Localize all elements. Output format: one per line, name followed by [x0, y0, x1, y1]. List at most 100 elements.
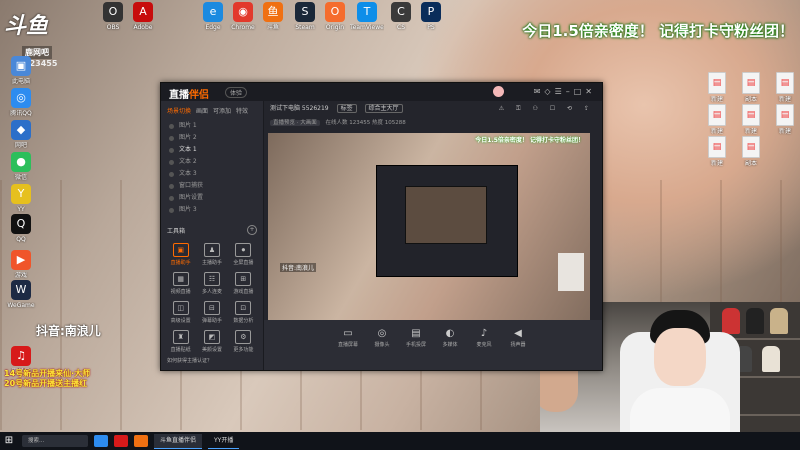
- app-icon: ▣: [11, 56, 31, 76]
- file-icon-label: 新建: [778, 96, 791, 103]
- desktop-icon[interactable]: ▣ 此电脑: [4, 56, 38, 86]
- tool-button[interactable]: ◩ 美颜设置: [196, 330, 227, 353]
- scene-source-row[interactable]: 窗口捕获: [161, 180, 263, 192]
- stream-category[interactable]: 综合主大厅: [364, 104, 403, 113]
- tool-button[interactable]: ▦ 视频直播: [165, 272, 196, 295]
- window-controls[interactable]: ✉◇☰–□✕: [534, 87, 596, 96]
- file-icon: ▤: [742, 136, 760, 158]
- desktop-file-icon[interactable]: ▤ 新建: [768, 72, 800, 104]
- stream-tag[interactable]: 标签: [336, 104, 357, 113]
- stream-tool-icons[interactable]: ⚠ ⚿ ⚇ ☐ ⟲ ⇪: [499, 101, 594, 117]
- desktop-file-icon[interactable]: ▤ 新建: [700, 72, 734, 104]
- desktop-icon[interactable]: ▶ 游戏: [4, 250, 38, 280]
- scene-tab[interactable]: 特效: [236, 106, 248, 115]
- desktop-icon[interactable]: ◉ Chrome: [226, 2, 260, 32]
- source-icon: ▤: [411, 328, 421, 339]
- desktop-file-icon[interactable]: ▤ 新建: [700, 104, 734, 136]
- source-button[interactable]: ▤ 手机投屏: [404, 328, 428, 370]
- add-tool-icon[interactable]: +: [247, 225, 257, 235]
- anchor-auth-notice[interactable]: 如何获得主播认证？: [167, 357, 259, 364]
- taskbar-search[interactable]: 搜索...: [22, 435, 88, 447]
- user-avatar[interactable]: [493, 86, 504, 97]
- promo-line-2: 20号新品开播送主播红: [4, 379, 88, 388]
- desktop-icon-label: WeGame: [7, 302, 35, 309]
- mail-icon[interactable]: ✉: [534, 87, 545, 96]
- desktop-icon[interactable]: C CS: [384, 2, 418, 32]
- tool-button[interactable]: ⚙ 更多功能: [228, 330, 259, 353]
- scene-tab[interactable]: 可添加: [213, 106, 231, 115]
- desktop-icon[interactable]: Y YY: [4, 184, 38, 214]
- tool-label: 游戏直播: [233, 289, 254, 295]
- scene-source-row[interactable]: 图片 1: [161, 120, 263, 132]
- tool-button[interactable]: ◫ 高级设置: [165, 301, 196, 324]
- desktop-icon[interactable]: A Adobe: [126, 2, 160, 32]
- scene-tab[interactable]: 画面: [196, 106, 208, 115]
- source-button[interactable]: ◎ 摄像头: [370, 328, 394, 370]
- source-button[interactable]: ▭ 直播屏幕: [336, 328, 360, 370]
- desktop-file-icon[interactable]: ▤ 新建: [700, 136, 734, 168]
- scene-source-row[interactable]: 文本 2: [161, 156, 263, 168]
- source-button[interactable]: ◀ 扬声器: [506, 328, 530, 370]
- minimize-icon[interactable]: –: [566, 87, 574, 96]
- preview-mode-tag[interactable]: 直播预览 · 大画面: [270, 120, 320, 126]
- preview-streamer-name: 抖音:南浪儿: [280, 263, 317, 272]
- source-button[interactable]: ♪ 麦克风: [472, 328, 496, 370]
- desktop-icon[interactable]: ◆ 网吧: [4, 120, 38, 150]
- scene-tab[interactable]: 场景切换: [167, 106, 191, 115]
- desktop-icon[interactable]: e Edge: [196, 2, 230, 32]
- tool-button[interactable]: ♟ 主播助手: [196, 243, 227, 266]
- stream-title[interactable]: 测试下电脑 5526219: [270, 105, 329, 112]
- tool-button[interactable]: ⊞ 游戏直播: [228, 272, 259, 295]
- desktop-icon[interactable]: ● 微信: [4, 152, 38, 182]
- tool-button[interactable]: ⊡ 数据分析: [228, 301, 259, 324]
- app-icon: Q: [11, 214, 31, 234]
- stream-preview[interactable]: 今日1.5倍亲密度！ 记得打卡守粉丝团！ 抖音:南浪儿: [268, 133, 590, 337]
- desktop-icon[interactable]: W WeGame: [4, 280, 38, 310]
- app-icon: C: [391, 2, 411, 22]
- desktop-file-icon[interactable]: ▤ 副本: [734, 72, 768, 104]
- tool-icon: ♟: [203, 243, 220, 257]
- tool-icon: ⊟: [203, 301, 220, 315]
- close-icon[interactable]: ✕: [585, 87, 596, 96]
- tool-icon: ⊞: [235, 272, 252, 286]
- desktop-icon[interactable]: Q QQ: [4, 214, 38, 244]
- tool-button[interactable]: ▣ 直播助手: [165, 243, 196, 266]
- desktop-icon[interactable]: O Origin: [318, 2, 352, 32]
- taskbar-task-companion[interactable]: 斗鱼直播伴侣: [154, 433, 203, 449]
- desktop-icon-label: YY: [17, 206, 25, 213]
- source-button[interactable]: ◐ 多媒体: [438, 328, 462, 370]
- scene-source-row[interactable]: 图片 3: [161, 204, 263, 216]
- scene-source-row[interactable]: 图片 2: [161, 132, 263, 144]
- settings-icon[interactable]: ☰: [555, 87, 566, 96]
- source-label: 直播屏幕: [337, 342, 358, 348]
- desktop-icon[interactable]: 鱼斗鱼: [256, 2, 290, 32]
- desktop-icon[interactable]: ◎ 腾讯QQ: [4, 88, 38, 118]
- taskbar-netease-icon[interactable]: [114, 435, 128, 447]
- taskbar-edge-icon[interactable]: [94, 435, 108, 447]
- scene-source-row[interactable]: 图片设置: [161, 192, 263, 204]
- toolbox-grid: ▣ 直播助手 ♟ 主播助手 ⏺ 全屏直播 ▦ 视频直播 ☷ 多人连麦 ⊞ 游戏直播 ◫ 高级设置 ⊟ 弹幕助手…: [161, 235, 263, 353]
- scene-source-row[interactable]: 文本 3: [161, 168, 263, 180]
- desktop-icon[interactable]: S Steam: [288, 2, 322, 32]
- tool-button[interactable]: ⊟ 弹幕助手: [196, 301, 227, 324]
- app-titlebar[interactable]: 直播伴侣 体验 ✉◇☰–□✕: [161, 83, 602, 101]
- live-companion-window[interactable]: 直播伴侣 体验 ✉◇☰–□✕ 场景切换 画面 可添加 特效 图片 1 图片 2 文本 1文…: [160, 82, 603, 371]
- desktop-icon[interactable]: O OBS: [96, 2, 130, 32]
- file-icon-label: 新建: [710, 96, 723, 103]
- tool-button[interactable]: ☷ 多人连麦: [196, 272, 227, 295]
- tool-button[interactable]: ⏺ 全屏直播: [228, 243, 259, 266]
- tool-button[interactable]: ♜ 直播贴纸: [165, 330, 196, 353]
- windows-start-icon[interactable]: ⊞: [0, 432, 18, 450]
- scene-source-row[interactable]: 文本 1: [161, 144, 263, 156]
- version-badge[interactable]: 体验: [225, 87, 248, 98]
- skin-icon[interactable]: ◇: [544, 87, 554, 96]
- taskbar-task-yy[interactable]: YY开播: [208, 434, 240, 449]
- desktop-file-icon[interactable]: ▤ 新建: [768, 104, 800, 136]
- taskbar-douyu-icon[interactable]: [134, 435, 148, 447]
- desktop-icon[interactable]: P PS: [414, 2, 448, 32]
- desktop-icon[interactable]: T TeamViewer: [350, 2, 384, 32]
- app-icon: ◉: [233, 2, 253, 22]
- maximize-icon[interactable]: □: [574, 87, 586, 96]
- desktop-file-icon[interactable]: ▤ 新建: [734, 104, 768, 136]
- desktop-file-icon[interactable]: ▤ 副本: [734, 136, 768, 168]
